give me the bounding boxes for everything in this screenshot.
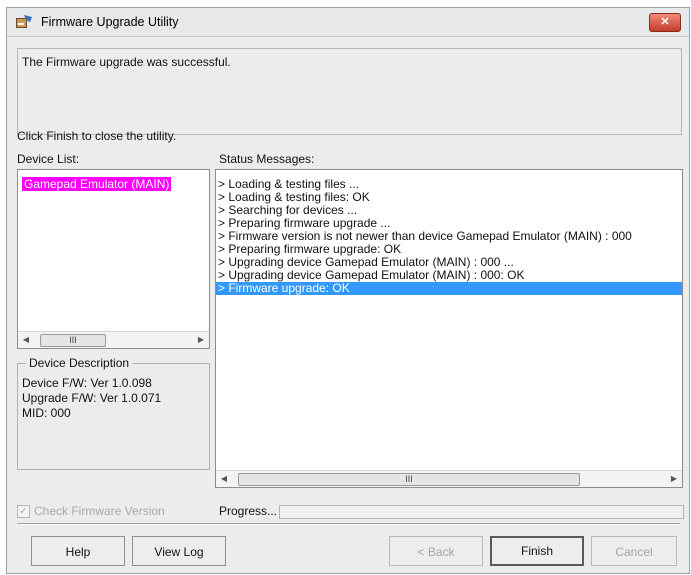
device-list-item[interactable]: Gamepad Emulator (MAIN) bbox=[22, 177, 172, 191]
device-list-scroll-thumb[interactable]: III bbox=[40, 334, 106, 347]
device-list-scrollbar[interactable]: ◀ III ▶ bbox=[18, 331, 209, 348]
separator-line bbox=[17, 523, 680, 525]
status-list-scroll-thumb[interactable]: III bbox=[238, 473, 580, 486]
device-mid: MID: 000 bbox=[22, 406, 71, 420]
window-title: Firmware Upgrade Utility bbox=[41, 15, 179, 29]
close-button[interactable]: ✕ bbox=[649, 13, 681, 32]
device-description-group: Device Description Device F/W: Ver 1.0.0… bbox=[17, 356, 210, 470]
back-button: < Back bbox=[389, 536, 483, 566]
check-firmware-version-label: Check Firmware Version bbox=[34, 504, 165, 518]
finish-button[interactable]: Finish bbox=[490, 536, 584, 566]
progress-label: Progress... bbox=[219, 504, 278, 518]
device-list-label: Device List: bbox=[17, 152, 80, 166]
help-button[interactable]: Help bbox=[31, 536, 125, 566]
scroll-right-arrow-icon[interactable]: ▶ bbox=[193, 332, 209, 348]
close-icon: ✕ bbox=[660, 16, 670, 28]
title-bar[interactable]: Firmware Upgrade Utility ✕ bbox=[7, 8, 689, 37]
status-list-scrollbar[interactable]: ◀ III ▶ bbox=[216, 470, 682, 487]
scroll-left-arrow-icon[interactable]: ◀ bbox=[18, 332, 34, 348]
device-description-legend: Device Description bbox=[26, 356, 133, 370]
view-log-button[interactable]: View Log bbox=[132, 536, 226, 566]
finish-hint-text: Click Finish to close the utility. bbox=[17, 129, 177, 143]
result-message: The Firmware upgrade was successful. bbox=[22, 55, 231, 69]
status-messages-label: Status Messages: bbox=[219, 152, 315, 166]
status-message-row-selected[interactable]: > Firmware upgrade: OK bbox=[216, 282, 682, 295]
result-message-panel: The Firmware upgrade was successful. bbox=[17, 48, 682, 135]
checkmark-icon: ✓ bbox=[19, 506, 28, 517]
cancel-button: Cancel bbox=[591, 536, 677, 566]
progress-bar bbox=[279, 505, 684, 519]
firmware-utility-icon bbox=[15, 14, 33, 29]
status-messages-list[interactable]: > Loading & testing files ... > Loading … bbox=[215, 169, 683, 488]
scroll-right-arrow-icon[interactable]: ▶ bbox=[666, 471, 682, 487]
check-firmware-version-checkbox: ✓ bbox=[17, 505, 30, 518]
firmware-upgrade-window: Firmware Upgrade Utility ✕ The Firmware … bbox=[6, 7, 690, 574]
upgrade-firmware-version: Upgrade F/W: Ver 1.0.071 bbox=[22, 391, 162, 405]
scroll-left-arrow-icon[interactable]: ◀ bbox=[216, 471, 232, 487]
device-firmware-version: Device F/W: Ver 1.0.098 bbox=[22, 376, 152, 390]
device-list[interactable]: Gamepad Emulator (MAIN) ◀ III ▶ bbox=[17, 169, 210, 349]
